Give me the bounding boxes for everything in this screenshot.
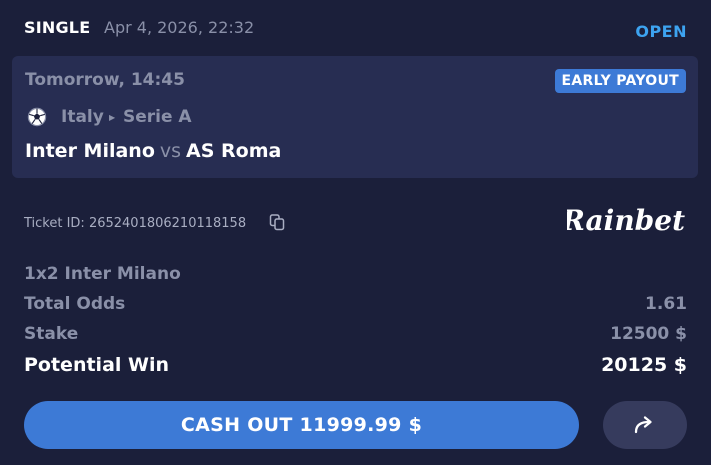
- soccer-ball-icon: [27, 107, 47, 127]
- potential-win-value: 20125 $: [601, 354, 687, 376]
- early-payout-badge: EARLY PAYOUT: [554, 69, 686, 93]
- copy-icon[interactable]: [268, 213, 286, 231]
- rainbet-logo: Rainbet: [567, 204, 685, 237]
- ticket-id: Ticket ID: 2652401806210118158: [24, 216, 247, 231]
- home-team: Inter Milano: [25, 140, 155, 162]
- bet-date: Apr 4, 2026, 22:32: [104, 18, 255, 37]
- league-name: Serie A: [123, 107, 192, 127]
- event-card[interactable]: Tomorrow, 14:45 EARLY PAYOUT Italy ▶ Ser…: [12, 56, 698, 178]
- ticket-id-row: Ticket ID: 2652401806210118158: [24, 212, 285, 232]
- stake-value: 12500 $: [610, 324, 687, 344]
- sport-name: Italy: [61, 107, 104, 127]
- bet-type: SINGLE: [24, 18, 91, 37]
- away-team: AS Roma: [186, 140, 282, 162]
- potential-win-label: Potential Win: [24, 354, 170, 376]
- chevron-right-icon: ▶: [109, 113, 116, 122]
- vs-separator: vs: [159, 140, 182, 162]
- bet-selection: 1x2 Inter Milano: [24, 264, 181, 284]
- total-odds-value: 1.61: [645, 294, 687, 314]
- share-button[interactable]: [603, 401, 687, 449]
- status-badge: OPEN: [635, 22, 687, 41]
- bet-header: SINGLE Apr 4, 2026, 22:32 OPEN: [24, 14, 687, 42]
- stake-label: Stake: [24, 324, 79, 344]
- cash-out-button[interactable]: CASH OUT 11999.99 $: [24, 401, 579, 449]
- total-odds-label: Total Odds: [24, 294, 126, 314]
- event-start-time: Tomorrow, 14:45: [25, 70, 185, 90]
- share-arrow-icon: [634, 416, 652, 434]
- svg-text:Rainbet: Rainbet: [567, 204, 685, 237]
- match-title: Inter Milano vs AS Roma: [25, 140, 281, 162]
